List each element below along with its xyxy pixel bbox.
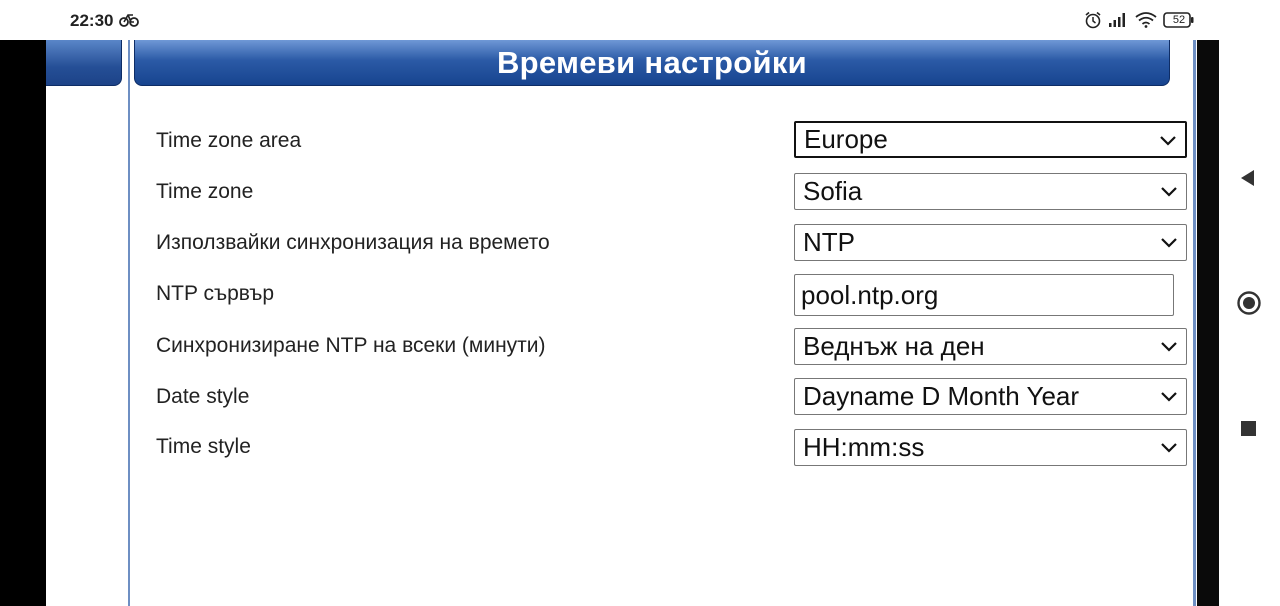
chevron-down-icon <box>1161 392 1177 402</box>
home-icon[interactable] <box>1236 290 1262 316</box>
select-value: Sofia <box>803 176 863 206</box>
time-style-select[interactable]: HH:mm:ss <box>794 429 1187 466</box>
battery-level: 52 <box>1172 14 1186 26</box>
label-date-style: Date style <box>156 385 250 408</box>
recents-icon[interactable] <box>1241 421 1256 436</box>
label-time-sync: Използвайки синхронизация на времето <box>156 231 550 254</box>
label-time-zone: Time zone <box>156 180 254 203</box>
panel-border-left <box>128 40 130 606</box>
select-value: HH:mm:ss <box>803 432 925 462</box>
chevron-down-icon <box>1161 187 1177 197</box>
status-bar: 22:30 52 <box>0 0 1280 40</box>
label-time-style: Time style <box>156 435 251 458</box>
label-ntp-interval: Синхронизиране NTP на всеки (минути) <box>156 334 546 357</box>
panel-border-right <box>1193 40 1196 606</box>
select-value: Europe <box>804 124 888 154</box>
chevron-down-icon <box>1161 238 1177 248</box>
signal-icon <box>1109 13 1125 27</box>
time-sync-select[interactable]: NTP <box>794 224 1187 261</box>
label-ntp-server: NTP сървър <box>156 282 275 305</box>
right-edge <box>1197 40 1219 606</box>
back-icon[interactable] <box>1238 168 1256 188</box>
ntp-interval-select[interactable]: Веднъж на ден <box>794 328 1187 365</box>
label-time-zone-area: Time zone area <box>156 129 302 152</box>
chevron-down-icon <box>1161 443 1177 453</box>
left-menu-tab[interactable] <box>46 40 122 86</box>
page-title: Времеви настройки <box>496 44 808 80</box>
status-time: 22:30 <box>70 11 114 30</box>
select-value: Веднъж на ден <box>803 331 985 361</box>
input-value: pool.ntp.org <box>801 279 939 310</box>
header-bar: Времеви настройки <box>134 40 1170 86</box>
ntp-server-input[interactable]: pool.ntp.org <box>794 274 1174 316</box>
time-zone-select[interactable]: Sofia <box>794 173 1187 210</box>
alarm-icon <box>1085 11 1101 29</box>
web-content: Времеви настройки Time zone area Europe … <box>46 40 1197 606</box>
chevron-down-icon <box>1161 342 1177 352</box>
wifi-icon <box>1135 12 1157 28</box>
chevron-down-icon <box>1160 136 1176 146</box>
date-style-select[interactable]: Dayname D Month Year <box>794 378 1187 415</box>
time-zone-area-select[interactable]: Europe <box>794 121 1187 158</box>
bike-icon <box>119 14 139 27</box>
select-value: Dayname D Month Year <box>803 381 1080 411</box>
left-edge <box>0 40 46 606</box>
select-value: NTP <box>803 227 855 257</box>
